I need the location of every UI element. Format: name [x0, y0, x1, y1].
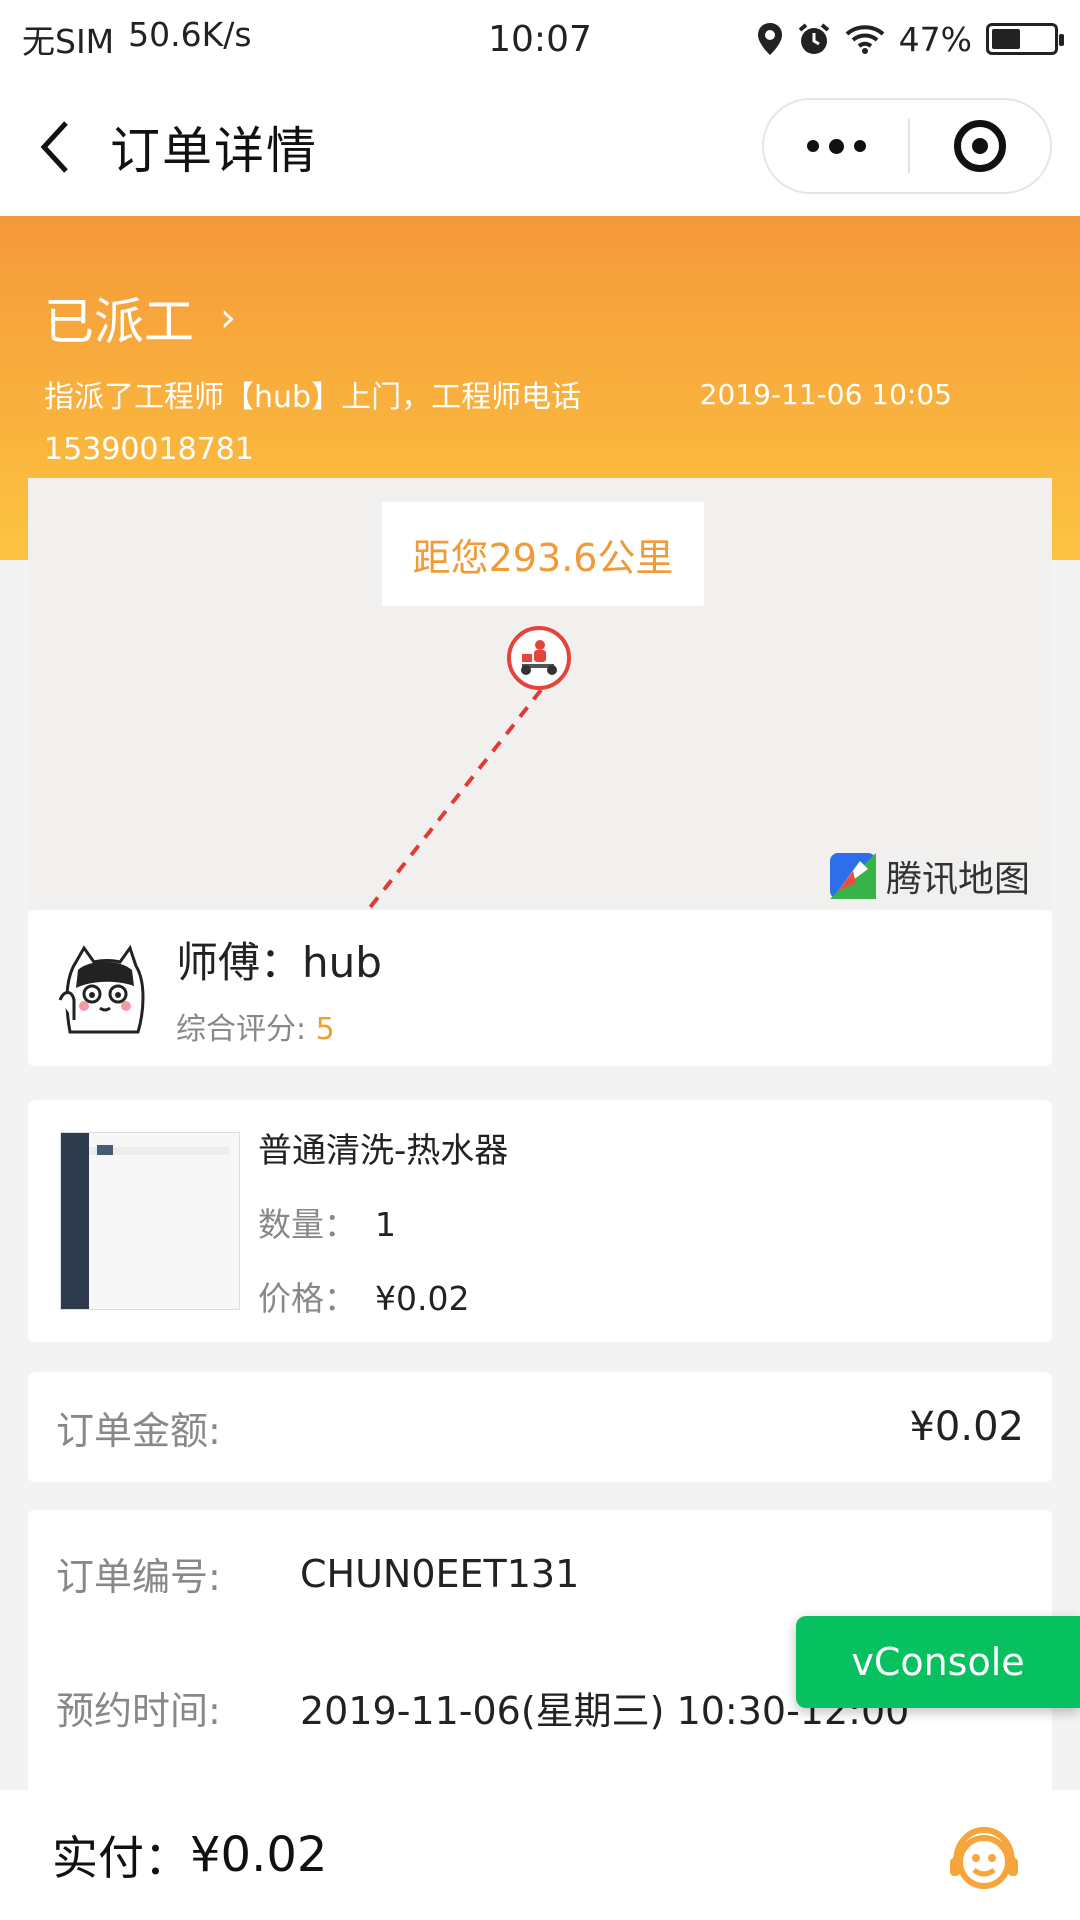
- bottom-bar: 实付： ¥0.02: [0, 1790, 1080, 1920]
- order-status-title: 已派工: [44, 293, 194, 351]
- paid-label: 实付：: [52, 1831, 190, 1885]
- product-thumbnail: [60, 1132, 240, 1310]
- scooter-icon: [521, 640, 557, 675]
- customer-service-icon[interactable]: [944, 1820, 1024, 1900]
- more-icon: [853, 140, 866, 152]
- chevron-right-icon: ›: [220, 295, 236, 341]
- status-right: 47%: [757, 19, 1064, 59]
- dispatch-time: 2019-11-06 10:05: [699, 378, 952, 411]
- order-number-row: 订单编号: CHUN0EET131: [56, 1546, 579, 1601]
- target-icon: [954, 120, 1006, 172]
- product-name: 普通清洗-热水器: [258, 1130, 509, 1171]
- mini-program-capsule: [762, 98, 1052, 194]
- status-left: 无SIM 50.6K/s: [22, 15, 252, 63]
- paid-value: ¥0.02: [190, 1827, 328, 1883]
- product-card[interactable]: 普通清洗-热水器 数量： 1 价格： ¥0.02: [28, 1100, 1052, 1342]
- worker-avatar: [58, 944, 145, 1034]
- price-value: ¥0.02: [375, 1278, 470, 1318]
- alarm-icon: [798, 23, 829, 54]
- carrier-label: 无SIM: [22, 22, 115, 61]
- thumbnail-tab: [97, 1145, 113, 1155]
- more-icon: [828, 138, 844, 154]
- close-button[interactable]: [910, 100, 1050, 192]
- dispatch-message: 指派了工程师【hub】上门，工程师电话15390018781: [44, 380, 582, 467]
- rating-value: 5: [315, 1011, 335, 1047]
- more-icon: [806, 140, 819, 152]
- status-bar: 无SIM 50.6K/s 10:07 47%: [0, 0, 1080, 78]
- nav-bar: 订单详情: [0, 78, 1080, 216]
- battery-percent: 47%: [898, 19, 972, 59]
- worker-name: 师傅：hub: [176, 937, 382, 987]
- network-speed: 50.6K/s: [128, 15, 252, 54]
- distance-label: 距您293.6公里: [382, 502, 704, 606]
- map-provider-name: 腾讯地图: [885, 859, 1030, 900]
- worker-rating: 综合评分: 5: [176, 1004, 382, 1048]
- worker-info: 师傅：hub 综合评分: 5: [176, 929, 382, 1048]
- product-quantity: 数量： 1: [258, 1198, 508, 1246]
- amount-value: ¥0.02: [909, 1404, 1024, 1450]
- page-title: 订单详情: [110, 122, 318, 180]
- worker-card[interactable]: 师傅：hub 综合评分: 5: [28, 910, 1052, 1066]
- order-amount-card: 订单金额: ¥0.02: [28, 1372, 1052, 1482]
- back-arrow-icon: [40, 121, 68, 173]
- product-price: 价格： ¥0.02: [258, 1272, 508, 1320]
- vconsole-button[interactable]: vConsole: [796, 1616, 1080, 1708]
- back-button[interactable]: [0, 78, 110, 216]
- appointment-time-row: 预约时间: 2019-11-06(星期三) 10:30-12:00: [56, 1680, 909, 1735]
- tracking-map[interactable]: 距您293.6公里 腾讯地图: [28, 478, 1052, 910]
- appointment-time-label: 预约时间:: [56, 1689, 221, 1733]
- battery-level: [992, 29, 1021, 49]
- order-number-value: CHUN0EET131: [300, 1551, 580, 1596]
- tencent-map-icon: [829, 853, 876, 899]
- thumbnail-main: [89, 1133, 239, 1309]
- quantity-value: 1: [375, 1204, 396, 1244]
- rating-label: 综合评分:: [176, 1011, 316, 1047]
- price-label: 价格：: [258, 1278, 357, 1318]
- quantity-label: 数量：: [258, 1204, 357, 1244]
- product-info: 普通清洗-热水器 数量： 1 价格： ¥0.02: [258, 1123, 508, 1320]
- battery-icon: [986, 23, 1064, 55]
- map-provider-logo: 腾讯地图: [829, 850, 1030, 902]
- location-icon: [757, 23, 782, 55]
- wifi-icon: [845, 25, 884, 54]
- more-button[interactable]: [764, 100, 908, 192]
- engineer-marker[interactable]: [507, 626, 571, 690]
- order-status-link[interactable]: 已派工 ›: [44, 282, 236, 354]
- thumbnail-sidebar: [61, 1133, 89, 1309]
- amount-label: 订单金额:: [56, 1408, 221, 1453]
- order-number-label: 订单编号:: [56, 1555, 221, 1599]
